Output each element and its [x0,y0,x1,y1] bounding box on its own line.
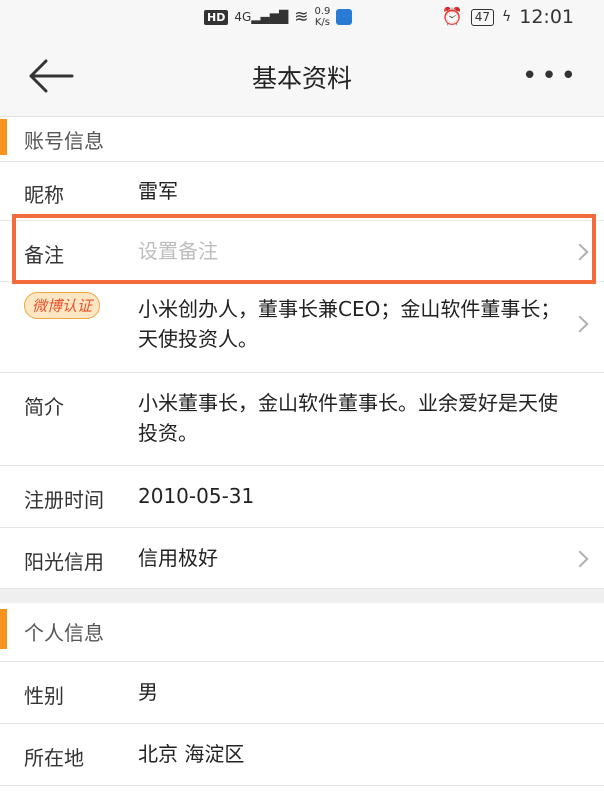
row-gender: 性别 男 [0,662,604,724]
row-label: 备注 [24,243,64,267]
row-register-time: 注册时间 2010-05-31 [0,466,604,528]
nickname-value: 雷军 [138,179,178,203]
section-title: 个人信息 [24,621,104,645]
row-remark[interactable]: 备注 设置备注 [0,221,604,282]
section-title: 账号信息 [24,129,104,153]
row-label: 昵称 [24,183,64,207]
wifi-icon: ≋ [294,7,309,27]
chevron-right-icon [571,243,589,261]
section-header-account: 账号信息 [0,117,604,162]
row-label: 简介 [24,395,64,419]
row-nickname: 昵称 雷军 [0,162,604,221]
location-value: 北京 海淀区 [138,742,245,766]
alarm-icon: ⏰ [441,7,463,27]
page-title: 基本资料 [251,64,352,93]
more-options-icon[interactable]: ••• [522,63,580,89]
weibo-verified-badge: 微博认证 [24,292,101,319]
section-accent-bar [0,609,7,649]
verification-value: 小米创办人，董事长兼CEO；金山软件董事长；天使投资人。 [138,297,561,351]
section-header-personal: 个人信息 [0,603,604,662]
chevron-right-icon [571,315,589,333]
clock: 12:01 [519,6,574,28]
intro-value: 小米董事长，金山软件董事长。业余爱好是天使投资。 [138,391,558,445]
nav-bar: 基本资料 ••• [0,36,604,117]
signal-icon: 4G▂▄▆█ [234,10,289,24]
credit-value: 信用极好 [138,546,218,570]
remark-placeholder[interactable]: 设置备注 [138,236,564,266]
row-label: 性别 [24,684,64,708]
battery-indicator: 47 [470,8,494,26]
hd-icon: HD [204,9,229,25]
row-label: 所在地 [24,746,84,770]
row-intro: 简介 小米董事长，金山软件董事长。业余爱好是天使投资。 [0,373,604,466]
app-notification-icon [336,9,353,25]
chevron-right-icon [571,550,589,568]
gender-value: 男 [138,680,158,704]
row-label: 注册时间 [24,488,104,512]
status-bar: HD 4G▂▄▆█ ≋ 0.9 K/s ⏰ 47 ϟ 12:01 [0,0,604,36]
row-verification[interactable]: 微博认证 小米创办人，董事长兼CEO；金山软件董事长；天使投资人。 [0,282,604,373]
row-credit[interactable]: 阳光信用 信用极好 [0,528,604,589]
row-label: 阳光信用 [24,550,104,574]
section-divider [0,589,604,603]
charging-icon: ϟ [501,9,512,25]
net-speed: 0.9 K/s [314,6,331,28]
row-location: 所在地 北京 海淀区 [0,724,604,786]
section-accent-bar [0,119,7,155]
register-time-value: 2010-05-31 [138,484,255,508]
